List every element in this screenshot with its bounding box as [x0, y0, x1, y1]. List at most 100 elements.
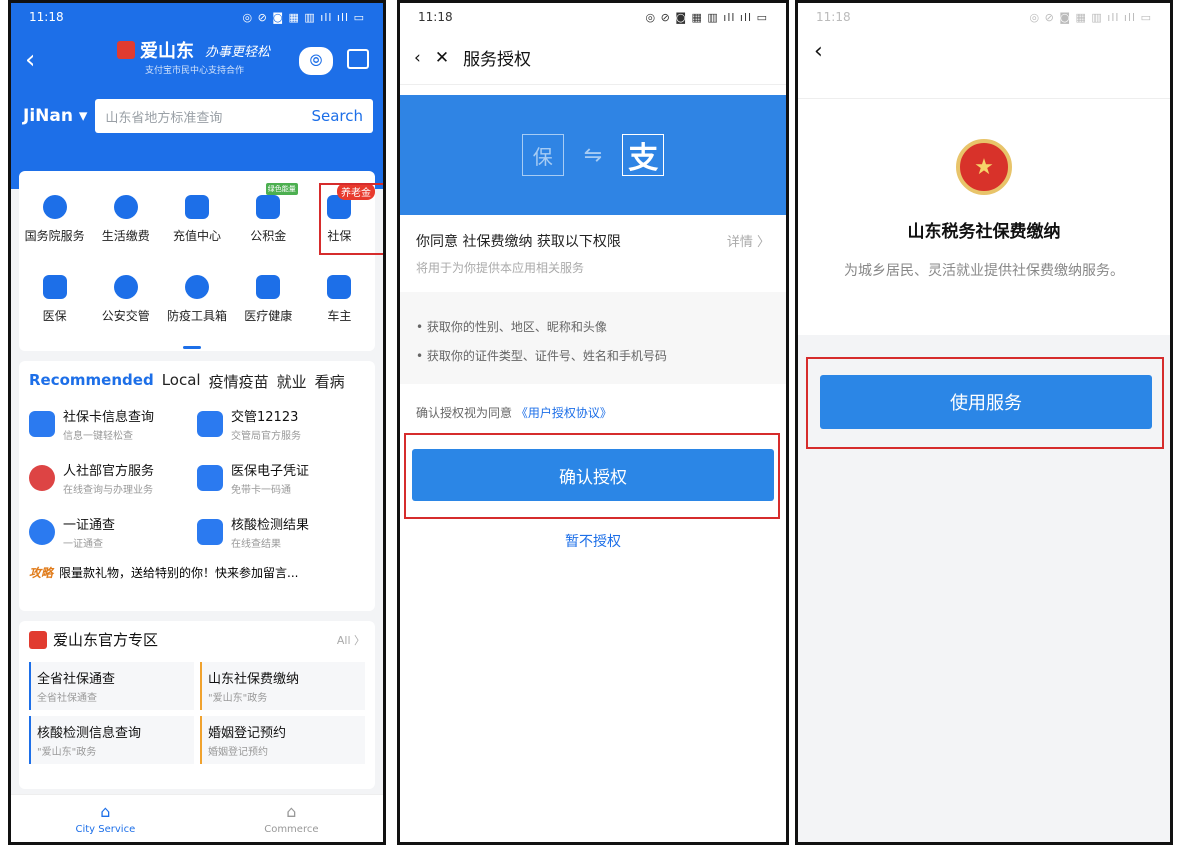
- bottom-nav: ⌂ City Service ⌂ Commerce: [11, 794, 383, 842]
- official-title: 爱山东官方专区: [29, 629, 158, 650]
- list-item[interactable]: 全省社保通查 全省社保通查: [29, 662, 194, 710]
- service-sub: 在线查询与办理业务: [63, 485, 153, 496]
- grid-item-epidemic-tools[interactable]: 防疫工具箱: [161, 259, 232, 339]
- grid-item-housing-fund[interactable]: 绿色能量 公积金: [233, 179, 304, 259]
- service-title: 交管12123: [231, 410, 299, 425]
- usage-text: 将用于为你提供本应用相关服务: [416, 261, 585, 275]
- grid-item-car-owner[interactable]: 车主: [304, 259, 375, 339]
- list-item[interactable]: 婚姻登记预约 婚姻登记预约: [200, 716, 365, 764]
- search-row: JiNan ▾ 山东省地方标准查询 Search: [23, 99, 373, 133]
- agreement-link[interactable]: 《用户授权协议》: [516, 406, 612, 420]
- search-button[interactable]: Search: [311, 107, 363, 125]
- list-item[interactable]: 核酸检测结果 在线查结果: [197, 514, 365, 550]
- permission-item: • 获取你的证件类型、证件号、姓名和手机号码: [416, 349, 667, 363]
- service-sub: 信息一键轻松查: [63, 431, 133, 442]
- car-icon: [327, 274, 352, 299]
- status-time: 11:18: [418, 10, 453, 24]
- list-item[interactable]: 一证通查 一证通查: [29, 514, 197, 550]
- permissions-list: • 获取你的性别、地区、昵称和头像 • 获取你的证件类型、证件号、姓名和手机号码: [400, 292, 786, 384]
- clock-icon: [184, 274, 209, 299]
- city-selector[interactable]: JiNan ▾: [23, 106, 87, 126]
- service-info: ★ 山东税务社保费缴纳 为城乡居民、灵活就业提供社保费缴纳服务。: [798, 99, 1170, 335]
- nav-label: Commerce: [264, 824, 319, 835]
- bolt-icon: [113, 194, 138, 219]
- tax-emblem-icon: ★: [956, 139, 1012, 195]
- back-icon[interactable]: ‹: [814, 39, 823, 64]
- grid-item-utilities[interactable]: 生活缴费: [90, 179, 161, 259]
- status-bar: 11:18 ◎ ⊘ ◙ ▦ ▥ ıll ıll ▭: [400, 3, 786, 31]
- inbox-icon[interactable]: [347, 49, 369, 69]
- view-all-label: All: [336, 633, 351, 647]
- service-title: 人社部官方服务: [63, 464, 155, 479]
- list-item[interactable]: 山东社保费缴纳 "爱山东"政务: [200, 662, 365, 710]
- close-icon[interactable]: ✕: [435, 48, 449, 68]
- exchange-icon: ⇋: [583, 142, 603, 168]
- nav-bar: ‹ 爱山东 办事更轻松 支付宝市民中心支持合作 ⦾: [11, 31, 383, 99]
- service-sub: 交管局官方服务: [231, 431, 301, 442]
- auth-banner: 保 ⇋ 支: [400, 95, 786, 215]
- list-item[interactable]: 医保电子凭证免带卡一码通: [197, 460, 365, 496]
- tab-epidemic[interactable]: 疫情疫苗: [209, 371, 269, 392]
- app-logo: 爱山东 办事更轻松: [117, 37, 270, 63]
- grid-item-medical-insurance[interactable]: 医保: [19, 259, 90, 339]
- recommended-card: Recommended Local 疫情疫苗 就业 看病 社保卡信息查询信息一键…: [19, 361, 375, 611]
- service-title: 核酸检测结果: [231, 518, 310, 533]
- test-result-icon: [197, 519, 223, 545]
- nav-label: City Service: [75, 824, 136, 835]
- grid-label: 公积金: [250, 228, 287, 243]
- status-bar: 11:18 ◎ ⊘ ◙ ▦ ▥ ıll ıll ▭: [798, 3, 1170, 31]
- grid-item-healthcare[interactable]: 医疗健康: [233, 259, 304, 339]
- official-header: 爱山东官方专区 All 〉: [29, 629, 365, 650]
- phone-screen-2: 11:18 ◎ ⊘ ◙ ▦ ▥ ıll ıll ▭ ‹ ✕ 服务授权 保 ⇋ 支…: [397, 0, 789, 845]
- list-item[interactable]: 核酸检测信息查询 "爱山东"政务: [29, 716, 194, 764]
- list-item[interactable]: 人社部官方服务在线查询与办理业务: [29, 460, 197, 496]
- consent-text: 确认授权视为同意 《用户授权协议》: [400, 384, 786, 421]
- city-name: JiNan: [23, 106, 73, 126]
- status-icons: ◎ ⊘ ◙ ▦ ▥ ıll ıll ▭: [645, 10, 768, 24]
- highlight-box: [319, 183, 383, 255]
- logo-mark-icon: [29, 630, 47, 649]
- page-header: ‹: [798, 31, 1170, 99]
- list-item[interactable]: 社保卡信息查询信息一键轻松查: [29, 406, 197, 442]
- use-service-button[interactable]: 使用服务: [820, 375, 1152, 429]
- details-link[interactable]: 详情 〉: [727, 231, 770, 251]
- service-sub: 一证通查: [63, 539, 103, 550]
- service-title: 医保电子凭证: [231, 464, 310, 479]
- status-icons: ◎ ⊘ ◙ ▦ ▥ ıll ıll ▭: [242, 10, 365, 24]
- alipay-icon: 支: [622, 134, 665, 176]
- grid-item-traffic-police[interactable]: 公安交管: [90, 259, 161, 339]
- nav-city-service[interactable]: ⌂ City Service: [75, 802, 135, 835]
- use-service-wrap: 使用服务: [806, 357, 1164, 449]
- confirm-authorize-button[interactable]: 确认授权: [412, 449, 774, 501]
- page-header: ‹ ✕ 服务授权: [400, 31, 786, 85]
- grid-label: 充值中心: [172, 228, 221, 243]
- official-item-sub: "爱山东"政务: [208, 693, 268, 704]
- service-title: 社保卡信息查询: [63, 410, 155, 425]
- grid-label: 医疗健康: [244, 308, 293, 323]
- deny-button[interactable]: 暂不授权: [400, 531, 786, 551]
- agree-row: 你同意 社保费缴纳 获取以下权限 详情 〉: [416, 231, 770, 251]
- list-item[interactable]: 交管12123 交管局官方服务: [197, 406, 365, 442]
- promo-banner[interactable]: 攻略 限量款礼物，送给特别的你！快来参加留言...: [29, 564, 365, 581]
- grid-label: 防疫工具箱: [166, 308, 227, 323]
- service-sub: 免带卡一码通: [231, 485, 291, 496]
- tab-jobs[interactable]: 就业: [277, 371, 307, 392]
- auth-body: 你同意 社保费缴纳 获取以下权限 详情 〉 将用于为你提供本应用相关服务: [400, 215, 786, 292]
- social-security-icon: 保: [521, 134, 564, 176]
- mini-program-icon[interactable]: ⦾: [299, 47, 333, 75]
- phone-icon: [184, 194, 209, 219]
- grid-label: 生活缴费: [101, 228, 150, 243]
- search-input[interactable]: 山东省地方标准查询 Search: [95, 99, 373, 133]
- back-icon[interactable]: ‹: [25, 45, 35, 75]
- tab-recommended[interactable]: Recommended: [29, 371, 154, 392]
- back-icon[interactable]: ‹: [414, 48, 421, 68]
- tab-local[interactable]: Local: [162, 371, 201, 392]
- nav-commerce[interactable]: ⌂ Commerce: [264, 802, 318, 835]
- view-all-link[interactable]: All 〉: [337, 632, 365, 648]
- grid-item-topup[interactable]: 充值中心: [161, 179, 232, 259]
- grid-item-gov[interactable]: 国务院服务: [19, 179, 90, 259]
- logo-mark-icon: [117, 41, 135, 59]
- tab-doctor[interactable]: 看病: [315, 371, 345, 392]
- service-title: 山东税务社保费缴纳: [907, 222, 1061, 242]
- status-time: 11:18: [816, 10, 851, 24]
